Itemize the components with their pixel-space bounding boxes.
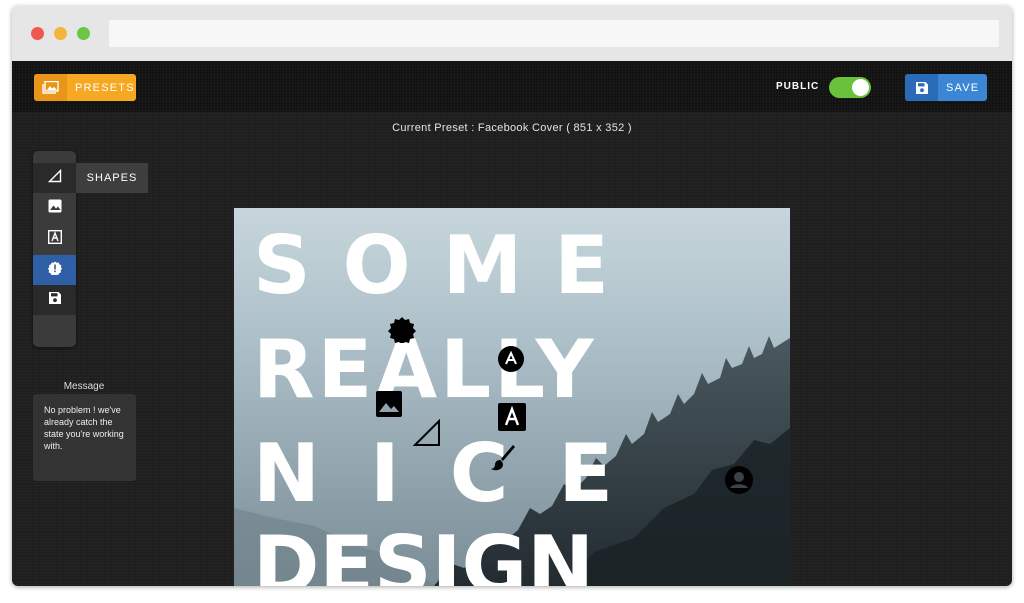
- badge-tool-button[interactable]: [33, 255, 76, 285]
- save-tool-button[interactable]: [33, 285, 76, 315]
- shape-tool-button[interactable]: [33, 163, 76, 193]
- canvas-text-line-1[interactable]: SOME: [253, 226, 641, 306]
- minimize-window-dot[interactable]: [54, 27, 67, 40]
- triangle-outline-icon: [47, 168, 62, 188]
- triangle-shape-icon[interactable]: [412, 418, 441, 452]
- badge-shape-icon[interactable]: [388, 315, 416, 348]
- save-button[interactable]: SAVE: [905, 74, 987, 101]
- message-box: No problem ! we've already catch the sta…: [33, 394, 136, 481]
- canvas-text-line-4[interactable]: DESIGN: [253, 526, 594, 587]
- public-toggle[interactable]: [829, 77, 871, 98]
- public-label: PUBLIC: [776, 81, 820, 92]
- at-symbol-shape-icon[interactable]: [497, 345, 525, 378]
- presets-button[interactable]: PRESETS: [34, 74, 136, 101]
- maximize-window-dot[interactable]: [77, 27, 90, 40]
- canvas-text-line-3[interactable]: NICE: [253, 434, 663, 514]
- text-shape-icon[interactable]: [498, 403, 526, 436]
- browser-chrome: [12, 6, 1012, 61]
- avatar-shape-icon[interactable]: [725, 466, 753, 499]
- brush-shape-icon[interactable]: [489, 445, 517, 478]
- alert-badge-icon: [47, 261, 62, 280]
- image-icon: [48, 199, 62, 218]
- presets-label: PRESETS: [75, 81, 135, 94]
- browser-window: PRESETS PUBLIC SAVE Current Preset : Fac…: [12, 6, 1012, 586]
- design-canvas[interactable]: SOME REALLY NICE DESIGN: [234, 208, 790, 586]
- text-icon: [47, 229, 62, 249]
- save-label: SAVE: [946, 81, 980, 94]
- address-bar[interactable]: [109, 20, 999, 47]
- top-toolbar: PRESETS PUBLIC SAVE: [12, 61, 1012, 112]
- text-tool-button[interactable]: [33, 224, 76, 254]
- floppy-icon: [48, 291, 62, 310]
- floppy-icon: [905, 74, 938, 101]
- toggle-knob: [852, 79, 869, 96]
- image-shape-icon[interactable]: [376, 391, 402, 422]
- side-toolbar: [33, 151, 76, 347]
- current-preset-info: Current Preset : Facebook Cover ( 851 x …: [392, 122, 632, 134]
- shapes-tooltip: SHAPES: [76, 163, 148, 193]
- editor-app: PRESETS PUBLIC SAVE Current Preset : Fac…: [12, 61, 1012, 586]
- message-title: Message: [63, 381, 105, 392]
- canvas-text-line-2[interactable]: REALLY: [253, 330, 597, 410]
- close-window-dot[interactable]: [31, 27, 44, 40]
- images-icon: [34, 74, 67, 101]
- image-tool-button[interactable]: [33, 193, 76, 223]
